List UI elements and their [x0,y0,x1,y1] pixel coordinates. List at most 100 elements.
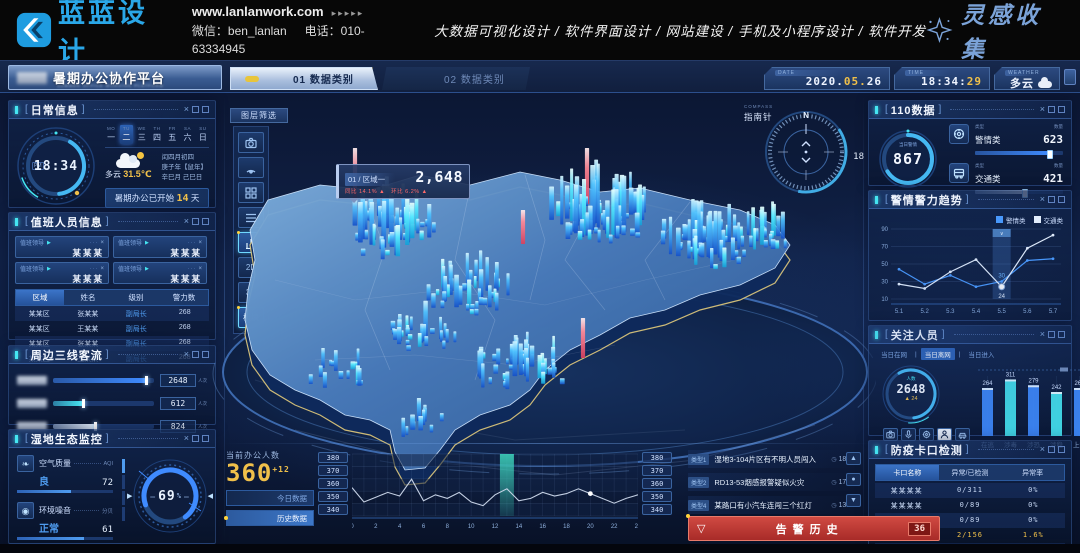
table-row[interactable]: 某某区王某某副局长268 [15,321,209,336]
close-icon[interactable]: × [1040,106,1045,113]
flow-fill [53,378,146,383]
arrow-icon: ▶ [47,240,51,246]
svg-text:8: 8 [446,524,450,530]
weekday-cell[interactable]: TH四 [151,125,163,144]
svg-text:6: 6 [422,524,426,530]
minimize-icon[interactable] [1048,446,1055,453]
close-icon[interactable]: × [1040,446,1045,453]
alert-row[interactable]: 类型2RD13-53烟感报警疑似火灾17:24 [688,473,856,491]
duty-leader-card[interactable]: 值班领导▶···×某某某 [15,262,109,284]
bottom-divider [224,443,872,444]
summer-notice: 暑期办公已开始 14 天 [105,188,209,208]
arrow-icon: ▶ [145,240,149,246]
metric-status: 正常 [39,520,59,535]
close-icon[interactable]: × [184,218,189,225]
panel-title: 值班人员信息 [31,214,103,230]
table-row[interactable]: 某某某某0/3110% [875,483,1065,498]
weekday-cn: 四 [151,132,163,143]
ylabel-right: 350 [642,491,672,502]
weekday-en: SA [181,126,193,131]
panel-title: 关注人员 [891,327,939,343]
scroll-down-button[interactable]: ▼ [846,494,861,507]
website-link[interactable]: www.lanlanwork.com [192,4,324,19]
focus-tab-2[interactable]: 当日进入 [964,348,998,360]
weekday-cell[interactable]: SA六 [181,125,193,144]
alert-row[interactable]: 类型1湿地3-104片区有不明人员闯入18:24 [688,450,856,468]
checkpoint-col-header[interactable]: 异常率 [1001,465,1064,480]
focus-tab-1[interactable]: 当日离网 [921,348,955,360]
trend-line-chart[interactable]: 9070503010∨30245.15.25.35.45.55.65.7 [873,223,1069,324]
scroll-dot[interactable]: ● [846,473,861,486]
alarm-history-banner[interactable]: ▽ 告警历史 36 [688,516,940,541]
checkpoint-col-header[interactable]: 卡口名称 [876,465,939,480]
duty-col-header[interactable]: 级别 [112,290,160,305]
weekday-cell[interactable]: MO一 [105,125,117,144]
expand-icon[interactable] [202,106,209,113]
table-row[interactable]: 某某某某0/890% [875,498,1065,513]
flow-fill [53,401,83,406]
eco-slider[interactable] [121,459,125,540]
tab-data-category-1[interactable]: 01 数据类别 [230,67,378,90]
header-corner-icon[interactable] [1064,69,1076,85]
duty-col-header[interactable]: 姓名 [64,290,112,305]
minimize-icon[interactable] [1048,331,1055,338]
panel-title: 警情警力趋势 [891,192,963,208]
panel-title-bar: [ 日常信息 ] × [9,101,215,119]
minimize-icon[interactable] [1048,106,1055,113]
checkpoint-col-header[interactable]: 异常/已检测 [939,465,1002,480]
alert-row[interactable]: 类型4某路口有小汽车连闯三个红灯13:24 [688,496,856,514]
minimize-icon[interactable] [192,106,199,113]
blurred-city-name [17,72,47,84]
checkpoint-rate: 0% [1002,513,1065,528]
close-icon[interactable]: × [184,106,189,113]
duty-leader-card[interactable]: 值班领导▶···×某某某 [15,236,109,258]
minimize-icon[interactable] [192,435,199,442]
close-icon[interactable]: × [184,435,189,442]
close-icon[interactable]: × [1040,331,1045,338]
close-icon[interactable]: × [198,266,202,272]
blurred-line-label [17,376,47,385]
arrow-icon: ▶ [145,266,149,272]
gauge-left-arrow[interactable]: ▶ [127,492,132,500]
history-data-button[interactable]: 历史数据 [226,510,314,526]
weekday-cell[interactable]: WE三 [136,125,148,144]
time-plate: TIME 18:34:29 [894,67,990,90]
duty-role: 值班领导 [20,264,44,273]
minimize-icon[interactable] [1048,196,1055,203]
expand-icon[interactable] [1058,106,1065,113]
close-icon[interactable]: × [100,240,104,246]
inspiration-collect[interactable]: 灵感收集 [926,0,1058,64]
minimize-icon[interactable] [192,351,199,358]
duty-leader-card[interactable]: 值班领导▶···×某某某 [113,236,207,258]
expand-icon[interactable] [202,218,209,225]
close-icon[interactable]: × [1040,196,1045,203]
scroll-up-button[interactable]: ▲ [846,452,861,465]
weekday-cell[interactable]: FR五 [166,125,178,144]
lunar-calendar: 闰四月初四庚子年【鼠年】辛巳月 己巳日 [162,153,210,182]
compass-widget[interactable]: COMPASS 指南针 N 18 [744,102,864,204]
duty-col-header[interactable]: 警力数 [160,290,208,305]
expand-icon[interactable] [202,435,209,442]
expand-icon[interactable] [1058,196,1065,203]
expand-icon[interactable] [1058,446,1065,453]
office-history-chart[interactable]: 024681012141618202224 [352,452,638,537]
close-icon[interactable]: × [198,240,202,246]
minimize-icon[interactable] [192,218,199,225]
focus-tab-0[interactable]: 当日在网 [877,348,911,360]
close-icon[interactable]: × [184,351,189,358]
eco-metrics: ❧空气质量AQI良72◉环境噪音分贝正常61 [17,455,113,540]
expand-icon[interactable] [1058,331,1065,338]
table-row[interactable]: 某某区张某某副局长268 [15,306,209,321]
today-data-button[interactable]: 今日数据 [226,490,314,506]
panel-title: 日常信息 [31,102,79,118]
weekday-cell[interactable]: TU二 [120,125,132,144]
tab-data-category-2[interactable]: 02 数据类别 [382,67,530,90]
duty-leader-card[interactable]: 值班领导▶···×某某某 [113,262,207,284]
badge-icon [949,124,969,144]
eco-metric: ◉环境噪音分贝正常61 [17,502,113,540]
expand-icon[interactable] [202,351,209,358]
weekday-cell[interactable]: SU日 [197,125,209,144]
weather-plate: WEATHER 多云 [994,67,1060,90]
close-icon[interactable]: × [100,266,104,272]
duty-col-header[interactable]: 区域 [16,290,64,305]
